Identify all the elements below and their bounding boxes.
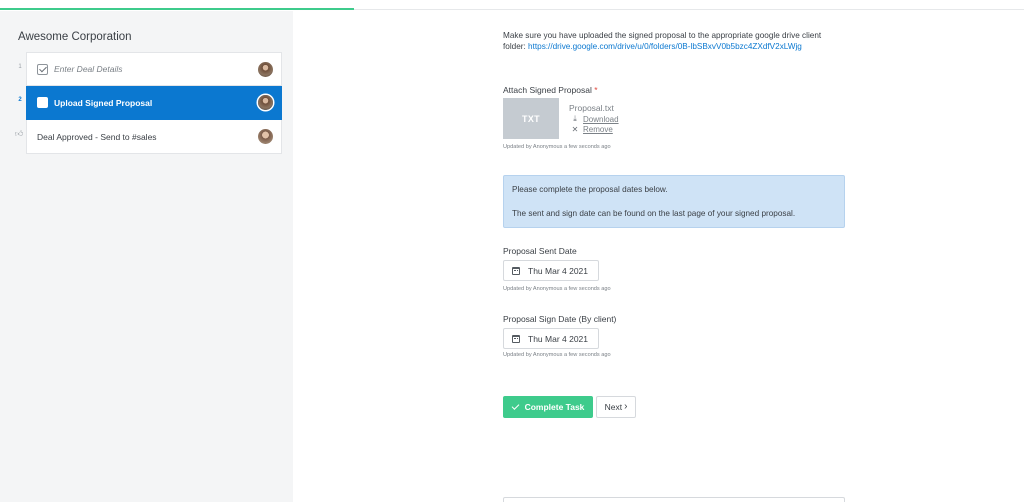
close-icon: ✕	[571, 125, 579, 134]
next-section-edge	[503, 497, 845, 502]
check-icon	[511, 401, 519, 410]
sign-date-value: Thu Mar 4 2021	[528, 333, 589, 344]
sent-date-value: Thu Mar 4 2021	[528, 265, 589, 276]
task-deal-approved[interactable]: 👍︎ Deal Approved - Send to #sales	[15, 120, 282, 154]
file-type-thumbnail: TXT	[503, 98, 559, 139]
chevron-right-icon: ›	[624, 401, 628, 412]
attach-updated-note: Updated by Anonymous a few seconds ago	[503, 144, 611, 150]
task-checkbox-checked[interactable]	[37, 63, 48, 75]
calendar-icon	[512, 334, 520, 343]
assignee-avatar	[258, 95, 273, 110]
process-title: Awesome Corporation	[18, 31, 132, 43]
sent-date-label: Proposal Sent Date	[503, 246, 577, 256]
remove-label: Remove	[583, 125, 613, 134]
task-progress-fill	[0, 8, 355, 10]
task-upload-signed-proposal[interactable]: 2 Upload Signed Proposal	[18, 86, 282, 120]
task-label: Deal Approved - Send to #sales	[37, 131, 157, 142]
attached-file-name: Proposal.txt	[569, 103, 614, 113]
info-callout: Please complete the proposal dates below…	[503, 175, 845, 228]
next-button[interactable]: Next ›	[596, 396, 636, 418]
required-marker: *	[594, 85, 598, 95]
sent-date-picker[interactable]: Thu Mar 4 2021	[503, 260, 599, 281]
attach-proposal-label-text: Attach Signed Proposal	[503, 85, 592, 95]
next-label: Next	[604, 402, 623, 412]
task-number: 1	[18, 64, 22, 70]
thumbs-up-icon: 👍︎	[14, 129, 24, 138]
complete-task-label: Complete Task	[524, 402, 585, 412]
info-line-1: Please complete the proposal dates below…	[512, 185, 668, 194]
complete-task-button[interactable]: Complete Task	[503, 396, 593, 418]
sign-date-updated-note: Updated by Anonymous a few seconds ago	[503, 352, 611, 358]
task-list: 1 Enter Deal Details 2 Upload Signed Pro…	[15, 52, 282, 154]
drive-folder-link[interactable]: https://drive.google.com/drive/u/0/folde…	[528, 42, 802, 51]
assignee-avatar	[258, 62, 273, 77]
task-label: Upload Signed Proposal	[54, 97, 153, 108]
task-label: Enter Deal Details	[54, 64, 123, 74]
task-sidebar: Awesome Corporation 1 Enter Deal Details…	[0, 11, 293, 502]
instructions-text: Make sure you have uploaded the signed p…	[503, 30, 843, 52]
assignee-avatar	[258, 129, 273, 144]
sign-date-label: Proposal Sign Date (By client)	[503, 314, 617, 324]
download-label: Download	[583, 114, 619, 124]
sent-date-updated-note: Updated by Anonymous a few seconds ago	[503, 286, 611, 292]
task-checkbox[interactable]	[37, 97, 48, 108]
task-number: 2	[18, 97, 22, 103]
sign-date-picker[interactable]: Thu Mar 4 2021	[503, 328, 599, 349]
remove-link[interactable]: ✕ Remove	[571, 125, 613, 134]
calendar-icon	[512, 266, 520, 275]
info-line-2: The sent and sign date can be found on t…	[512, 209, 796, 218]
attach-proposal-label: Attach Signed Proposal *	[503, 85, 598, 95]
download-icon: ⤓	[573, 114, 577, 123]
task-enter-deal-details[interactable]: 1 Enter Deal Details	[18, 52, 282, 86]
task-progress-bar	[0, 0, 1024, 10]
download-link[interactable]: ⤓ Download	[571, 114, 619, 124]
